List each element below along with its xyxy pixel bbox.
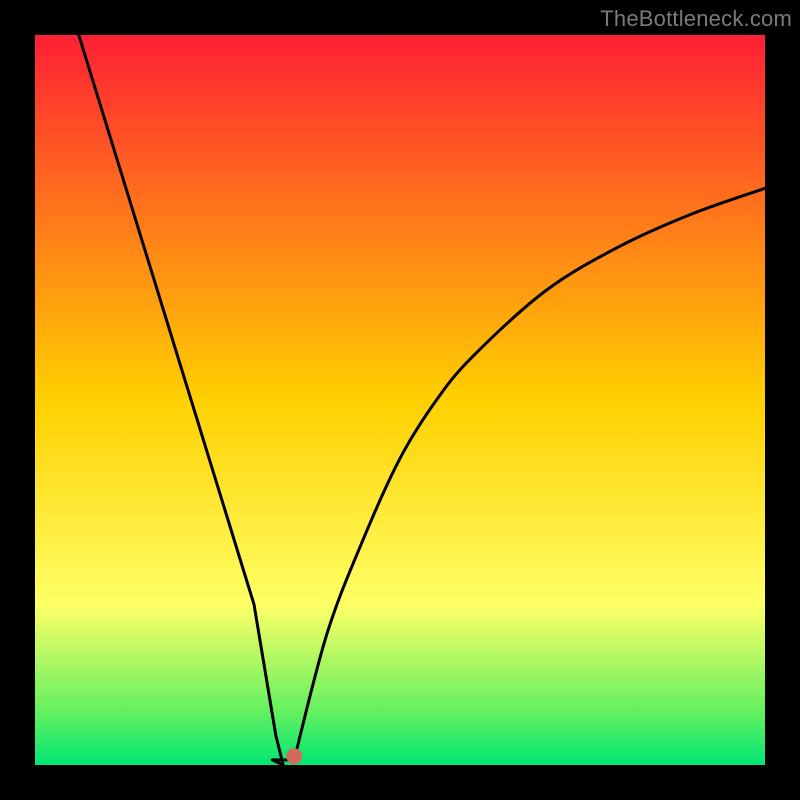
plot-area bbox=[35, 35, 765, 765]
plot-svg bbox=[35, 35, 765, 765]
optimal-point-marker bbox=[286, 748, 302, 764]
watermark-text: TheBottleneck.com bbox=[600, 6, 792, 32]
gradient-background bbox=[35, 35, 765, 765]
chart-frame: TheBottleneck.com bbox=[0, 0, 800, 800]
